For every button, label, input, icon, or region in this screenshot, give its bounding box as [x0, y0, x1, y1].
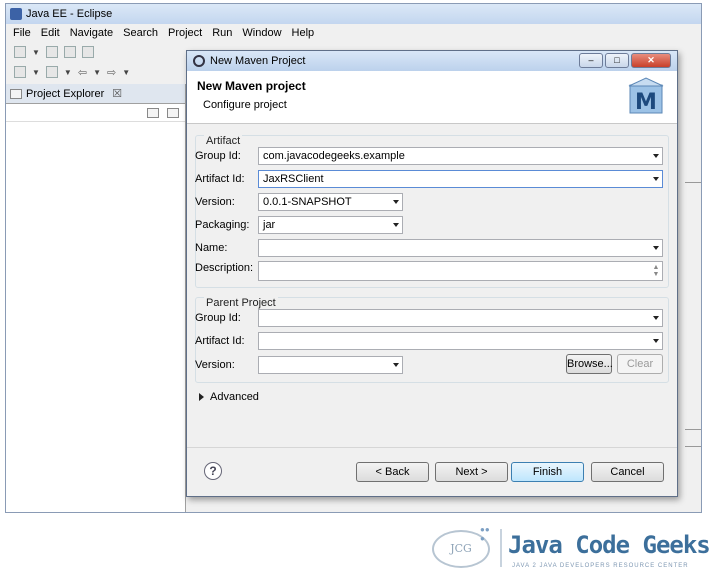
menu-bar: File Edit Navigate Search Project Run Wi… — [6, 24, 701, 42]
new-maven-project-dialog: New Maven Project – □ ✕ New Maven projec… — [186, 50, 678, 497]
description-label: Description: — [195, 262, 254, 274]
name-label: Name: — [195, 242, 228, 254]
maximize-button[interactable]: □ — [605, 53, 629, 68]
parent-version-label: Version: — [195, 359, 235, 371]
explorer-toolbar — [6, 104, 185, 122]
gear-icon — [193, 55, 205, 67]
header-title: New Maven project — [197, 79, 306, 93]
dropdown-arrow-icon[interactable]: ▼ — [32, 48, 40, 57]
eclipse-title: Java EE - Eclipse — [26, 8, 113, 20]
parent-group-id-combo[interactable] — [258, 309, 663, 327]
new-icon[interactable] — [14, 46, 26, 58]
group-id-value: com.javacodegeeks.example — [263, 150, 405, 162]
finish-button[interactable]: Finish — [511, 462, 584, 482]
menu-project[interactable]: Project — [163, 27, 207, 39]
name-combo[interactable] — [258, 239, 663, 257]
debug-icon[interactable] — [45, 66, 58, 78]
dialog-titlebar: New Maven Project – □ ✕ — [187, 51, 677, 71]
forward-nav-icon[interactable]: ⇨ — [107, 66, 116, 79]
artifact-id-label: Artifact Id: — [195, 173, 245, 185]
parent-artifact-id-label: Artifact Id: — [195, 335, 245, 347]
explorer-tab-label: Project Explorer — [26, 87, 105, 100]
menu-run[interactable]: Run — [207, 27, 237, 39]
version-combo[interactable]: 0.0.1-SNAPSHOT — [258, 193, 403, 211]
cancel-button[interactable]: Cancel — [591, 462, 664, 482]
jcg-brand: Java Code Geeks — [508, 531, 709, 559]
run-icon[interactable] — [14, 66, 26, 78]
menu-navigate[interactable]: Navigate — [65, 27, 118, 39]
advanced-section[interactable]: Advanced — [199, 391, 259, 403]
description-textarea[interactable]: ▲ ▼ — [258, 261, 663, 281]
tab-project-explorer[interactable]: Project Explorer ☒ — [6, 84, 185, 104]
version-label: Version: — [195, 196, 235, 208]
version-value: 0.0.1-SNAPSHOT — [263, 196, 352, 208]
dialog-title: New Maven Project — [210, 55, 306, 67]
save-icon[interactable] — [45, 46, 58, 58]
close-tab-icon[interactable]: ☒ — [112, 87, 122, 100]
window-controls: – □ ✕ — [579, 53, 671, 68]
next-button[interactable]: Next > — [435, 462, 508, 482]
back-nav-icon[interactable]: ⇦ — [78, 66, 87, 79]
menu-search[interactable]: Search — [118, 27, 163, 39]
group-id-label: Group Id: — [195, 150, 241, 162]
divider — [685, 429, 701, 430]
header-subtitle: Configure project — [203, 99, 287, 111]
expand-triangle-icon[interactable] — [199, 393, 204, 401]
help-icon[interactable]: ? — [204, 462, 222, 480]
save-all-icon[interactable] — [63, 46, 76, 58]
button-bar-divider — [187, 447, 677, 448]
menu-help[interactable]: Help — [287, 27, 320, 39]
chevron-down-icon[interactable] — [653, 316, 659, 320]
eclipse-app-icon — [10, 8, 22, 20]
parent-artifact-id-combo[interactable] — [258, 332, 663, 350]
chevron-down-icon[interactable] — [393, 200, 399, 204]
dropdown-arrow-icon[interactable]: ▼ — [93, 68, 101, 77]
jcg-separator — [500, 529, 502, 567]
chevron-down-icon[interactable] — [653, 177, 659, 181]
divider — [685, 182, 701, 183]
scroll-arrows-icon[interactable]: ▲ ▼ — [652, 264, 660, 280]
artifact-id-combo[interactable]: JaxRSClient — [258, 170, 663, 188]
print-icon[interactable] — [81, 46, 94, 58]
chevron-down-icon[interactable] — [393, 223, 399, 227]
jcg-dots-icon: ●● ● — [480, 525, 490, 543]
collapse-all-icon[interactable] — [147, 107, 159, 118]
menu-edit[interactable]: Edit — [36, 27, 65, 39]
artifact-group-label: Artifact — [204, 135, 243, 147]
divider — [685, 446, 701, 447]
back-button[interactable]: < Back — [356, 462, 429, 482]
minimize-button[interactable]: – — [579, 53, 603, 68]
jcg-watermark: JCG ●● ● Java Code Geeks JAVA 2 JAVA DEVE… — [432, 525, 709, 575]
dropdown-arrow-icon[interactable]: ▼ — [122, 68, 130, 77]
browse-button[interactable]: Browse... — [566, 354, 613, 374]
dropdown-arrow-icon[interactable]: ▼ — [64, 68, 72, 77]
packaging-label: Packaging: — [195, 219, 250, 231]
parent-version-combo[interactable] — [258, 356, 403, 374]
dropdown-arrow-icon[interactable]: ▼ — [32, 68, 40, 77]
eclipse-titlebar: Java EE - Eclipse — [6, 4, 701, 24]
chevron-down-icon[interactable] — [393, 363, 399, 367]
advanced-label: Advanced — [210, 391, 259, 403]
maven-logo-icon: M — [628, 77, 664, 115]
menu-window[interactable]: Window — [237, 27, 286, 39]
menu-file[interactable]: File — [8, 27, 36, 39]
jcg-tagline: JAVA 2 JAVA DEVELOPERS RESOURCE CENTER — [512, 563, 689, 569]
clear-button[interactable]: Clear — [617, 354, 663, 374]
parent-group-id-label: Group Id: — [195, 312, 241, 324]
chevron-down-icon[interactable] — [653, 339, 659, 343]
maven-logo-letter: M — [635, 90, 657, 115]
chevron-down-icon[interactable] — [653, 154, 659, 158]
close-button[interactable]: ✕ — [631, 53, 671, 68]
artifact-id-value: JaxRSClient — [263, 173, 324, 185]
parent-group-label: Parent Project — [204, 297, 278, 309]
packaging-value: jar — [263, 219, 276, 231]
link-editor-icon[interactable] — [167, 107, 179, 118]
chevron-down-icon[interactable] — [653, 246, 659, 250]
explorer-icon — [10, 88, 22, 99]
dialog-header: New Maven project Configure project M — [187, 71, 677, 124]
packaging-combo[interactable]: jar — [258, 216, 403, 234]
project-explorer-panel: Project Explorer ☒ — [6, 84, 186, 512]
group-id-combo[interactable]: com.javacodegeeks.example — [258, 147, 663, 165]
